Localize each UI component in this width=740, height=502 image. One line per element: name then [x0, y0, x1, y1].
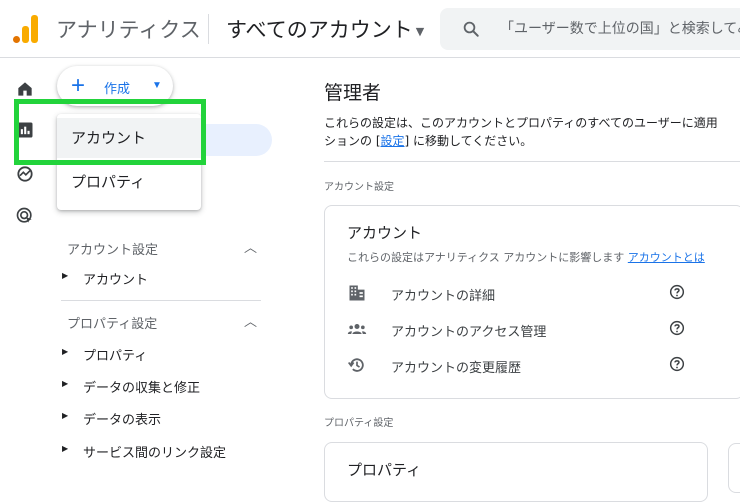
- property-card-title: プロパティ: [347, 461, 422, 479]
- explore-icon[interactable]: [15, 164, 35, 184]
- account-card-subtitle-text: これらの設定はアナリティクス アカウントに影響します: [347, 251, 625, 264]
- admin-nav: + 作成 ▼ アカウント プロパティ アカウント設定 ︿ ▶ アカウント プロパ…: [50, 58, 280, 486]
- expand-arrow-icon: ▶: [62, 444, 69, 453]
- help-icon[interactable]: [669, 320, 685, 336]
- chevron-up-icon: ︿: [243, 241, 257, 256]
- account-history-label: アカウントの変更履歴: [391, 361, 522, 376]
- expand-arrow-icon: ▶: [62, 347, 69, 356]
- search-icon: [463, 21, 479, 37]
- history-icon: [348, 358, 364, 372]
- account-card-title: アカウント: [347, 224, 423, 242]
- menu-item-account[interactable]: アカウント: [57, 118, 201, 158]
- search-bar[interactable]: [440, 8, 740, 50]
- account-selector[interactable]: すべてのアカウント ▼: [226, 14, 424, 44]
- account-settings-caption: アカウント設定: [324, 182, 394, 193]
- plus-icon: +: [71, 72, 86, 99]
- nav-item-account[interactable]: ▶ アカウント: [61, 265, 261, 289]
- nav-item-data-display[interactable]: ▶ データの表示: [61, 405, 261, 429]
- header-divider: [208, 14, 209, 44]
- expand-arrow-icon: ▶: [62, 411, 69, 420]
- account-card-subtitle: これらの設定はアナリティクス アカウントに影響します アカウントとは: [347, 249, 705, 265]
- expand-arrow-icon: ▶: [62, 271, 69, 280]
- page-title: 管理者: [324, 82, 382, 104]
- property-card: プロパティ: [324, 442, 708, 502]
- description-line-2-end: ] に移動してください。: [404, 134, 533, 148]
- page-description: これらの設定は、このアカウントとプロパティのすべてのユーザーに適用 ションの […: [324, 114, 740, 150]
- settings-link[interactable]: 設定: [381, 134, 405, 148]
- menu-item-property[interactable]: プロパティ: [57, 162, 201, 202]
- what-is-account-link[interactable]: アカウントとは: [628, 251, 705, 264]
- app-title: アナリティクス: [56, 18, 201, 42]
- account-access-label: アカウントのアクセス管理: [391, 325, 547, 340]
- property-settings-title: プロパティ設定: [67, 317, 158, 332]
- help-icon[interactable]: [669, 356, 685, 372]
- analytics-logo-icon[interactable]: [13, 15, 39, 43]
- account-details-label: アカウントの詳細: [391, 289, 496, 304]
- account-settings-header[interactable]: アカウント設定 ︿: [67, 239, 267, 258]
- account-details-row[interactable]: アカウントの詳細: [347, 281, 687, 305]
- property-settings-header[interactable]: プロパティ設定 ︿: [67, 313, 267, 332]
- create-button[interactable]: + 作成 ▼: [57, 66, 173, 106]
- people-icon: [347, 324, 367, 334]
- account-selector-label: すべてのアカウント: [226, 18, 413, 42]
- chevron-up-icon: ︿: [243, 315, 257, 330]
- create-dropdown-menu: アカウント プロパティ: [57, 114, 201, 210]
- search-input[interactable]: [500, 8, 740, 50]
- top-bar: アナリティクス すべてのアカウント ▼: [0, 0, 740, 58]
- nav-item-label: プロパティ: [83, 349, 148, 364]
- nav-item-label: データの収集と修正: [83, 381, 201, 396]
- advertising-icon[interactable]: [15, 206, 35, 226]
- account-history-row[interactable]: アカウントの変更履歴: [347, 353, 687, 377]
- dropdown-arrow-icon: ▼: [152, 80, 162, 91]
- account-settings-title: アカウント設定: [67, 243, 159, 258]
- main-divider: [324, 161, 740, 162]
- account-card: アカウント これらの設定はアナリティクス アカウントに影響します アカウントとは…: [324, 205, 740, 399]
- caret-down-icon: ▼: [415, 24, 425, 38]
- help-icon[interactable]: [669, 284, 685, 300]
- building-icon: [349, 285, 365, 301]
- nav-item-property[interactable]: ▶ プロパティ: [61, 341, 261, 365]
- description-line-2-start: ションの [: [324, 134, 381, 148]
- home-icon[interactable]: [15, 79, 35, 99]
- nav-item-product-links[interactable]: ▶ サービス間のリンク設定: [61, 438, 261, 462]
- description-line-1: これらの設定は、このアカウントとプロパティのすべてのユーザーに適用: [324, 116, 718, 130]
- account-access-row[interactable]: アカウントのアクセス管理: [347, 317, 687, 341]
- nav-divider: [61, 300, 261, 301]
- create-button-label: 作成: [104, 81, 131, 96]
- nav-item-label: データの表示: [83, 413, 162, 428]
- property-settings-caption: プロパティ設定: [324, 418, 394, 429]
- reports-icon[interactable]: [15, 120, 35, 140]
- nav-item-label: サービス間のリンク設定: [83, 446, 227, 461]
- left-rail: [0, 58, 50, 486]
- nav-item-label: アカウント: [83, 273, 149, 288]
- nav-item-data-collection[interactable]: ▶ データの収集と修正: [61, 373, 261, 397]
- expand-arrow-icon: ▶: [62, 379, 69, 388]
